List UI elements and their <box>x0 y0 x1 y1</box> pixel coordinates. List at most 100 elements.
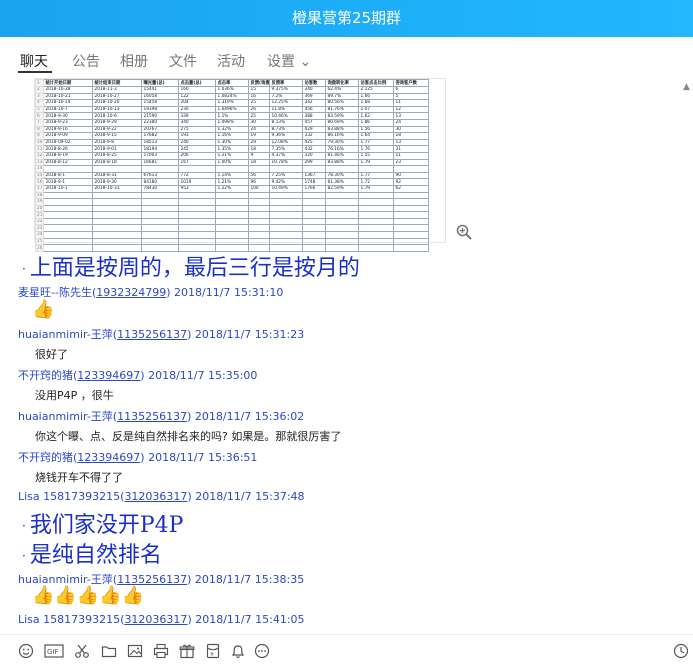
spreadsheet-cell: 7.25% <box>269 171 304 180</box>
spreadsheet-cell <box>178 204 217 213</box>
print-icon[interactable] <box>153 643 169 659</box>
sender-qq-link[interactable]: 123394697 <box>77 451 140 464</box>
spreadsheet-cell: 2018-8-25 <box>92 151 143 160</box>
spreadsheet-cell: 9.36% <box>269 132 304 140</box>
spreadsheet-cell <box>393 224 430 233</box>
spreadsheet-header-row: 1 统计开始日期 统计结束日期 曝光量(总) 点击量(总) 点击率 反馈(询盘) 反馈率 访客数… <box>34 79 430 87</box>
message-header: huaianmimir-王萍(1135256137) 2018/11/7 15:… <box>18 410 305 423</box>
spreadsheet-cell: 21590 <box>141 112 180 120</box>
sender-name[interactable]: huaianmimir-王萍 <box>18 410 113 423</box>
tab-files[interactable]: 文件 <box>169 51 197 71</box>
tab-album[interactable]: 相册 <box>120 51 148 71</box>
row-number: 10 <box>34 138 45 147</box>
history-icon[interactable] <box>673 643 689 659</box>
spreadsheet-cell: 12.25% <box>269 99 304 107</box>
message-time: 2018/11/7 15:41:05 <box>195 613 305 626</box>
sender-qq-link[interactable]: 123394697 <box>77 369 140 382</box>
zoom-icon[interactable] <box>456 224 472 240</box>
spreadsheet-cell <box>215 224 250 233</box>
tab-announcement[interactable]: 公告 <box>72 51 100 71</box>
spreadsheet-cell: 2018-10-27 <box>92 92 143 101</box>
spreadsheet-cell: 1.0824% <box>215 92 250 101</box>
spreadsheet-row: 19 <box>34 198 430 206</box>
spreadsheet-cell: 12.08% <box>269 138 304 147</box>
tab-activity[interactable]: 活动 <box>217 51 245 71</box>
spreadsheet-cell <box>141 165 180 173</box>
message-text-large: · 上面是按周的，最后三行是按月的 <box>22 250 360 282</box>
spreadsheet-row: 10 2018-09-02 2018-9-8 18513 240 1.30% 29 12.08… <box>34 138 430 147</box>
bullet-icon: · <box>22 262 26 276</box>
spreadsheet-cell <box>178 237 217 246</box>
spreadsheet-cell: 22380 <box>141 118 180 127</box>
sender-name[interactable]: huaianmimir-王萍 <box>18 328 113 341</box>
spreadsheet-cell: 2018-9-15 <box>92 132 143 140</box>
spreadsheet-cell <box>178 211 217 219</box>
spreadsheet-cell <box>215 217 250 226</box>
sender-qq-link[interactable]: 1932324799 <box>96 286 166 299</box>
spreadsheet-cell: 1.036% <box>215 86 250 94</box>
spreadsheet-cell: 2018-9-29 <box>92 118 143 127</box>
spreadsheet-cell: 1.55 <box>358 151 395 160</box>
spreadsheet-cell <box>302 237 327 246</box>
spreadsheet-cell <box>141 204 180 213</box>
sender-qq-link[interactable]: 1135256137 <box>117 328 187 341</box>
gift-icon[interactable] <box>179 643 195 659</box>
more-icon[interactable] <box>254 643 270 659</box>
spreadsheet-cell: 457 <box>302 118 327 127</box>
chat-area[interactable]: 1 统计开始日期 统计结束日期 曝光量(总) 点击量(总) 点击率 反馈(询盘) 反馈率 访客数… <box>0 78 693 634</box>
spreadsheet-row: 5 2018-10-7 2018-10-13 19398 230 1.6496% 26 11.… <box>34 105 430 114</box>
spreadsheet-cell: 17003 <box>141 151 180 160</box>
spreadsheet-cell: 2018-9-30 <box>92 178 143 186</box>
spreadsheet-row: 24 <box>34 231 430 239</box>
spreadsheet-cell <box>141 217 180 226</box>
sender-qq-link[interactable]: 312036317 <box>124 613 187 626</box>
spreadsheet-cell: 18 <box>393 132 430 140</box>
folder-icon[interactable] <box>101 643 117 659</box>
spreadsheet-cell: 1.22% <box>215 184 250 193</box>
sender-name[interactable]: 不开窍的猪 <box>18 451 73 464</box>
message-text-large: · 我们家没开P4P <box>22 507 183 539</box>
spreadsheet-cell: 160 <box>178 86 217 94</box>
sender-qq-link[interactable]: 1135256137 <box>117 410 187 423</box>
sender-name[interactable]: Lisa 15817393215 <box>18 490 120 503</box>
spreadsheet-cell: 2.125 <box>358 86 395 94</box>
spreadsheet-cell: 240 <box>178 138 217 147</box>
row-number: 4 <box>34 99 45 107</box>
spreadsheet-cell: 2018-9-09 <box>43 132 94 140</box>
spreadsheet-cell: 1.62 <box>358 112 395 120</box>
spreadsheet-cell: 432 <box>302 145 327 153</box>
sender-name[interactable]: 麦星旺--陈先生 <box>18 286 92 299</box>
spreadsheet-cell: 388 <box>302 112 327 120</box>
spreadsheet-cell: 19 <box>248 132 271 140</box>
emoji-icon[interactable] <box>18 643 34 659</box>
spreadsheet-cell: 340 <box>302 86 327 94</box>
sender-qq-link[interactable]: 312036317 <box>124 490 187 503</box>
active-tab-indicator <box>18 71 52 73</box>
spreadsheet-cell <box>269 165 304 173</box>
tab-chat[interactable]: 聊天 <box>20 51 48 71</box>
image-icon[interactable] <box>127 643 143 659</box>
sender-name[interactable]: 不开窍的猪 <box>18 369 73 382</box>
gif-icon[interactable]: GIF <box>44 643 64 659</box>
sender-name[interactable]: Lisa 15817393215 <box>18 613 120 626</box>
spreadsheet-cell <box>358 211 395 219</box>
spreadsheet-cell: 10.78% <box>269 158 304 167</box>
spreadsheet-cell: 23 <box>393 158 430 167</box>
spreadsheet-row: 22 <box>34 217 430 226</box>
tab-settings[interactable]: 设置 ⌄ <box>267 51 311 71</box>
spreadsheet-cell: 9.375% <box>269 86 304 94</box>
message-text: 没用P4P ，很牛 <box>35 389 114 402</box>
spreadsheet-row: 8 2018-9-16 2018-9-22 20767 275 1.32% 24 8.73% 4… <box>34 125 430 134</box>
spreadsheet-cell: 25 <box>248 112 271 120</box>
spreadsheet-cell: 81.46% <box>325 151 360 160</box>
red-packet-icon[interactable]: ¥ <box>205 643 221 659</box>
message-header: 不开窍的猪(123394697) 2018/11/7 15:35:00 <box>18 369 258 382</box>
spreadsheet-cell: 24 <box>393 118 430 127</box>
bell-icon[interactable] <box>230 643 246 659</box>
spreadsheet-image[interactable]: 1 统计开始日期 统计结束日期 曝光量(总) 点击量(总) 点击率 反馈(询盘) 反馈率 访客数… <box>34 78 472 252</box>
row-number: 12 <box>34 151 45 160</box>
spreadsheet-cell <box>92 198 143 206</box>
spreadsheet-cell <box>92 211 143 219</box>
scissors-icon[interactable] <box>74 643 90 659</box>
spreadsheet-cell: 30 <box>248 118 271 127</box>
